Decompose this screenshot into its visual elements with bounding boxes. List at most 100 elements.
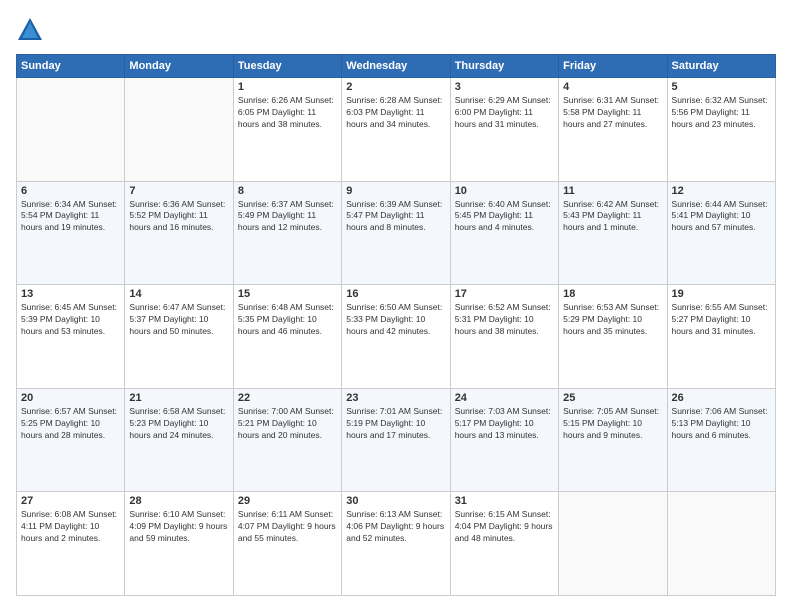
calendar-cell: 26 Sunrise: 7:06 AM Sunset: 5:13 PM Dayli… [667, 388, 775, 492]
calendar-cell: 17 Sunrise: 6:52 AM Sunset: 5:31 PM Dayli… [450, 285, 558, 389]
day-info: Sunrise: 6:28 AM Sunset: 6:03 PM Dayligh… [346, 95, 445, 131]
day-info: Sunrise: 7:05 AM Sunset: 5:15 PM Dayligh… [563, 406, 662, 442]
calendar-cell: 31Sunrise: 6:15 AM Sunset: 4:04 PM Dayli… [450, 492, 558, 596]
calendar-cell: 30 Sunrise: 6:13 AM Sunset: 4:06 PM Dayli… [342, 492, 450, 596]
day-number: 6 [21, 185, 120, 197]
day-info: Sunrise: 6:15 AM Sunset: 4:04 PM Dayligh… [455, 509, 554, 545]
day-number: 5 [672, 81, 771, 93]
calendar-cell: 20 Sunrise: 6:57 AM Sunset: 5:25 PM Dayli… [17, 388, 125, 492]
calendar-cell: 19Sunrise: 6:55 AM Sunset: 5:27 PM Dayli… [667, 285, 775, 389]
day-info: Sunrise: 6:32 AM Sunset: 5:56 PM Dayligh… [672, 95, 771, 131]
day-info: Sunrise: 6:50 AM Sunset: 5:33 PM Dayligh… [346, 302, 445, 338]
calendar-cell: 11Sunrise: 6:42 AM Sunset: 5:43 PM Dayli… [559, 181, 667, 285]
day-info: Sunrise: 7:06 AM Sunset: 5:13 PM Dayligh… [672, 406, 771, 442]
day-info: Sunrise: 7:00 AM Sunset: 5:21 PM Dayligh… [238, 406, 337, 442]
header [16, 16, 776, 44]
day-number: 20 [21, 392, 120, 404]
calendar-table: SundayMondayTuesdayWednesdayThursdayFrid… [16, 54, 776, 596]
calendar-cell [667, 492, 775, 596]
day-info: Sunrise: 6:13 AM Sunset: 4:06 PM Dayligh… [346, 509, 445, 545]
day-info: Sunrise: 7:03 AM Sunset: 5:17 PM Dayligh… [455, 406, 554, 442]
day-info: Sunrise: 6:58 AM Sunset: 5:23 PM Dayligh… [129, 406, 228, 442]
day-number: 22 [238, 392, 337, 404]
calendar-cell: 29Sunrise: 6:11 AM Sunset: 4:07 PM Dayli… [233, 492, 341, 596]
calendar-cell [125, 78, 233, 182]
day-number: 14 [129, 288, 228, 300]
day-number: 16 [346, 288, 445, 300]
calendar-cell: 6 Sunrise: 6:34 AM Sunset: 5:54 PM Daylig… [17, 181, 125, 285]
calendar-cell: 9 Sunrise: 6:39 AM Sunset: 5:47 PM Daylig… [342, 181, 450, 285]
weekday-header-friday: Friday [559, 55, 667, 78]
calendar-cell: 22 Sunrise: 7:00 AM Sunset: 5:21 PM Dayli… [233, 388, 341, 492]
day-number: 27 [21, 495, 120, 507]
calendar-cell: 15 Sunrise: 6:48 AM Sunset: 5:35 PM Dayli… [233, 285, 341, 389]
calendar-week-row: 6 Sunrise: 6:34 AM Sunset: 5:54 PM Daylig… [17, 181, 776, 285]
day-number: 21 [129, 392, 228, 404]
day-number: 12 [672, 185, 771, 197]
calendar-cell: 16 Sunrise: 6:50 AM Sunset: 5:33 PM Dayli… [342, 285, 450, 389]
day-number: 3 [455, 81, 554, 93]
day-number: 19 [672, 288, 771, 300]
day-info: Sunrise: 6:40 AM Sunset: 5:45 PM Dayligh… [455, 199, 554, 235]
calendar-cell: 21 Sunrise: 6:58 AM Sunset: 5:23 PM Dayli… [125, 388, 233, 492]
day-info: Sunrise: 6:29 AM Sunset: 6:00 PM Dayligh… [455, 95, 554, 131]
calendar-week-row: 20 Sunrise: 6:57 AM Sunset: 5:25 PM Dayli… [17, 388, 776, 492]
day-number: 23 [346, 392, 445, 404]
calendar-cell [17, 78, 125, 182]
calendar-cell: 5 Sunrise: 6:32 AM Sunset: 5:56 PM Daylig… [667, 78, 775, 182]
weekday-header-wednesday: Wednesday [342, 55, 450, 78]
day-number: 1 [238, 81, 337, 93]
day-number: 26 [672, 392, 771, 404]
day-number: 25 [563, 392, 662, 404]
day-number: 11 [563, 185, 662, 197]
logo [16, 16, 48, 44]
day-info: Sunrise: 6:31 AM Sunset: 5:58 PM Dayligh… [563, 95, 662, 131]
calendar-cell: 2 Sunrise: 6:28 AM Sunset: 6:03 PM Daylig… [342, 78, 450, 182]
day-info: Sunrise: 6:47 AM Sunset: 5:37 PM Dayligh… [129, 302, 228, 338]
page: SundayMondayTuesdayWednesdayThursdayFrid… [0, 0, 792, 612]
day-number: 9 [346, 185, 445, 197]
day-number: 2 [346, 81, 445, 93]
day-info: Sunrise: 6:10 AM Sunset: 4:09 PM Dayligh… [129, 509, 228, 545]
calendar-week-row: 13 Sunrise: 6:45 AM Sunset: 5:39 PM Dayli… [17, 285, 776, 389]
day-number: 29 [238, 495, 337, 507]
day-info: Sunrise: 6:26 AM Sunset: 6:05 PM Dayligh… [238, 95, 337, 131]
day-number: 18 [563, 288, 662, 300]
day-info: Sunrise: 6:48 AM Sunset: 5:35 PM Dayligh… [238, 302, 337, 338]
day-number: 8 [238, 185, 337, 197]
weekday-header-sunday: Sunday [17, 55, 125, 78]
calendar-cell: 12 Sunrise: 6:44 AM Sunset: 5:41 PM Dayli… [667, 181, 775, 285]
weekday-header-saturday: Saturday [667, 55, 775, 78]
day-info: Sunrise: 6:39 AM Sunset: 5:47 PM Dayligh… [346, 199, 445, 235]
weekday-header-monday: Monday [125, 55, 233, 78]
calendar-cell: 13 Sunrise: 6:45 AM Sunset: 5:39 PM Dayli… [17, 285, 125, 389]
day-number: 13 [21, 288, 120, 300]
day-number: 15 [238, 288, 337, 300]
day-number: 17 [455, 288, 554, 300]
calendar-cell: 28 Sunrise: 6:10 AM Sunset: 4:09 PM Dayli… [125, 492, 233, 596]
logo-icon [16, 16, 44, 44]
day-info: Sunrise: 6:52 AM Sunset: 5:31 PM Dayligh… [455, 302, 554, 338]
calendar-cell: 8Sunrise: 6:37 AM Sunset: 5:49 PM Daylig… [233, 181, 341, 285]
weekday-header-tuesday: Tuesday [233, 55, 341, 78]
calendar-cell: 24Sunrise: 7:03 AM Sunset: 5:17 PM Dayli… [450, 388, 558, 492]
day-info: Sunrise: 6:53 AM Sunset: 5:29 PM Dayligh… [563, 302, 662, 338]
day-number: 28 [129, 495, 228, 507]
day-number: 30 [346, 495, 445, 507]
calendar-cell: 10 Sunrise: 6:40 AM Sunset: 5:45 PM Dayli… [450, 181, 558, 285]
calendar-week-row: 1 Sunrise: 6:26 AM Sunset: 6:05 PM Daylig… [17, 78, 776, 182]
calendar-header-row: SundayMondayTuesdayWednesdayThursdayFrid… [17, 55, 776, 78]
calendar-cell: 27Sunrise: 6:08 AM Sunset: 4:11 PM Dayli… [17, 492, 125, 596]
day-info: Sunrise: 6:44 AM Sunset: 5:41 PM Dayligh… [672, 199, 771, 235]
day-number: 10 [455, 185, 554, 197]
calendar-cell: 1 Sunrise: 6:26 AM Sunset: 6:05 PM Daylig… [233, 78, 341, 182]
day-info: Sunrise: 6:57 AM Sunset: 5:25 PM Dayligh… [21, 406, 120, 442]
weekday-header-thursday: Thursday [450, 55, 558, 78]
day-info: Sunrise: 6:45 AM Sunset: 5:39 PM Dayligh… [21, 302, 120, 338]
day-info: Sunrise: 6:34 AM Sunset: 5:54 PM Dayligh… [21, 199, 120, 235]
calendar-week-row: 27Sunrise: 6:08 AM Sunset: 4:11 PM Dayli… [17, 492, 776, 596]
day-info: Sunrise: 6:36 AM Sunset: 5:52 PM Dayligh… [129, 199, 228, 235]
calendar-cell: 4Sunrise: 6:31 AM Sunset: 5:58 PM Daylig… [559, 78, 667, 182]
calendar-cell: 14 Sunrise: 6:47 AM Sunset: 5:37 PM Dayli… [125, 285, 233, 389]
calendar-cell: 7Sunrise: 6:36 AM Sunset: 5:52 PM Daylig… [125, 181, 233, 285]
